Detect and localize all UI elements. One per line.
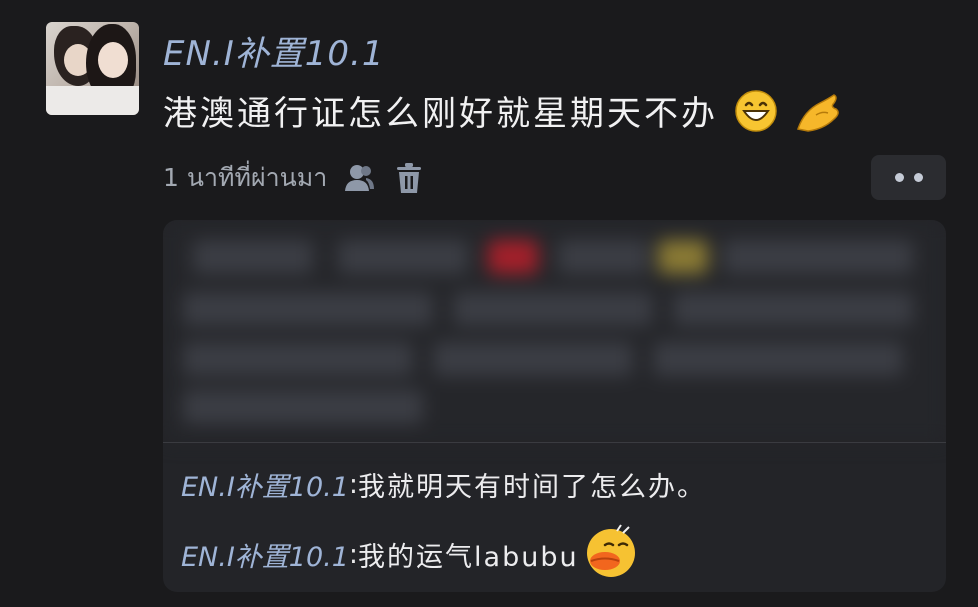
comment-text: 我的运气labubu [358,542,579,573]
post-avatar[interactable] [46,22,139,115]
trash-icon[interactable] [391,160,427,196]
post-message: 港澳通行证怎么刚好就星期天不办 [163,86,844,142]
comment-separator: : [348,469,359,500]
pinched-hand-emoji [794,89,844,142]
more-options-button[interactable] [871,155,946,200]
grinning-face-emoji [734,89,778,142]
comment-text: 我就明天有时间了怎么办。 [358,472,707,503]
more-dots-icon [894,173,904,182]
comment-item: EN.I补置10.1 : 我的运气labubu [181,523,643,586]
post-meta: 1 นาทีที่ผ่านมา [163,160,427,196]
card-divider [163,442,946,443]
comment-author[interactable]: EN.I补置10.1 [181,535,349,574]
post-time: 1 นาทีที่ผ่านมา [163,163,328,192]
comment-author[interactable]: EN.I补置10.1 [181,465,349,504]
duck-face-emoji [581,523,643,586]
blurred-content [163,220,946,442]
post-username[interactable]: EN.I补置10.1 [163,26,384,75]
post-message-text: 港澳通行证怎么刚好就星期天不办 [163,94,718,134]
comment-card: EN.I补置10.1 : 我就明天有时间了怎么办。 EN.I补置10.1 : 我… [163,220,946,592]
comment-separator: : [348,539,359,570]
person-icon[interactable] [341,160,377,196]
comment-item: EN.I补置10.1 : 我就明天有时间了怎么办。 [181,465,706,504]
